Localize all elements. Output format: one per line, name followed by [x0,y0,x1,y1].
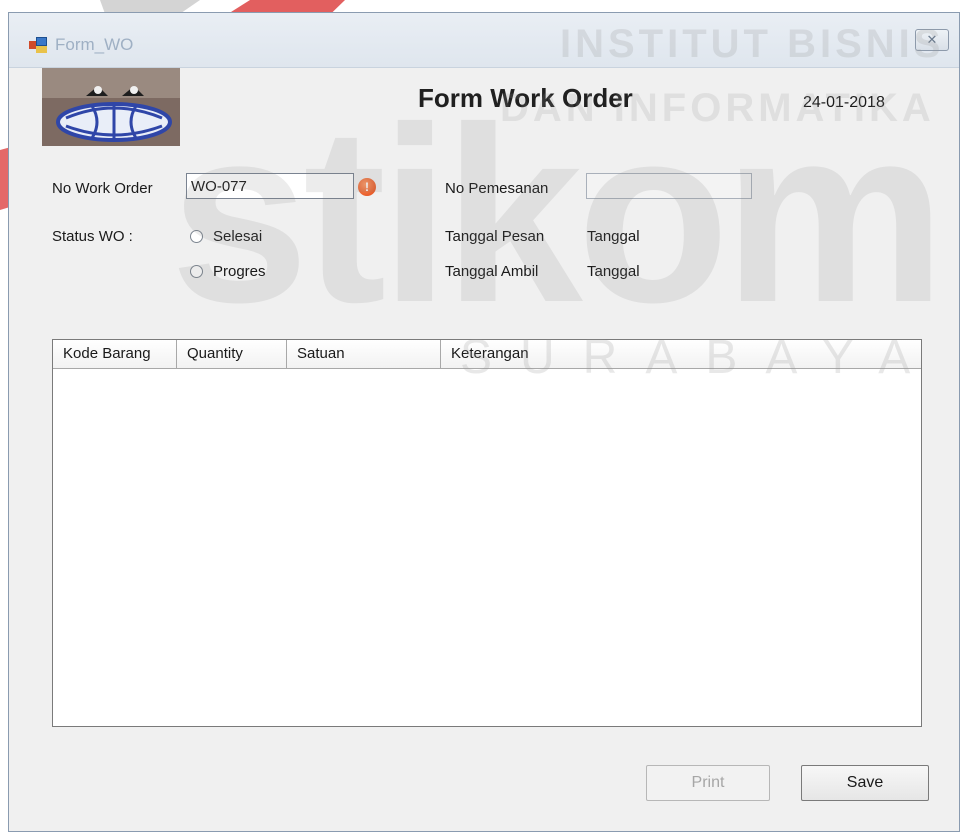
radio-progres[interactable]: Progres [190,263,266,280]
column-header-satuan[interactable]: Satuan [287,340,441,368]
items-grid[interactable]: Kode Barang Quantity Satuan Keterangan [52,339,922,727]
no-work-order-label: No Work Order [52,180,153,197]
window-title: Form_WO [55,35,134,54]
column-header-keterangan[interactable]: Keterangan [441,340,919,368]
status-wo-label: Status WO : [52,228,133,245]
no-work-order-input[interactable] [186,173,354,199]
no-pemesanan-input[interactable] [586,173,752,199]
grid-header: Kode Barang Quantity Satuan Keterangan [53,340,921,369]
column-header-quantity[interactable]: Quantity [177,340,287,368]
radio-circle[interactable] [190,265,203,278]
radio-circle[interactable] [190,230,203,243]
globe-logo [42,68,180,146]
radio-selesai[interactable]: Selesai [190,228,262,245]
date-label: 24-01-2018 [803,94,885,111]
error-icon: ! [358,178,376,196]
radio-selesai-label: Selesai [213,228,263,245]
close-button[interactable]: ✕ [915,29,949,51]
no-pemesanan-label: No Pemesanan [445,180,549,197]
column-header-kode-barang[interactable]: Kode Barang [53,340,177,368]
radio-progres-label: Progres [213,263,266,280]
print-button[interactable]: Print [646,765,770,801]
tanggal-ambil-value: Tanggal [587,263,640,280]
tanggal-pesan-value: Tanggal [587,228,640,245]
close-icon: ✕ [926,32,938,47]
tanggal-pesan-label: Tanggal Pesan [445,228,545,245]
tanggal-ambil-label: Tanggal Ambil [445,263,539,280]
form-title: Form Work Order [418,83,633,113]
grid-body[interactable] [53,369,921,726]
save-button[interactable]: Save [801,765,929,801]
title-bar: Form_WO ✕ [9,13,959,68]
form-window-icon [29,37,47,53]
